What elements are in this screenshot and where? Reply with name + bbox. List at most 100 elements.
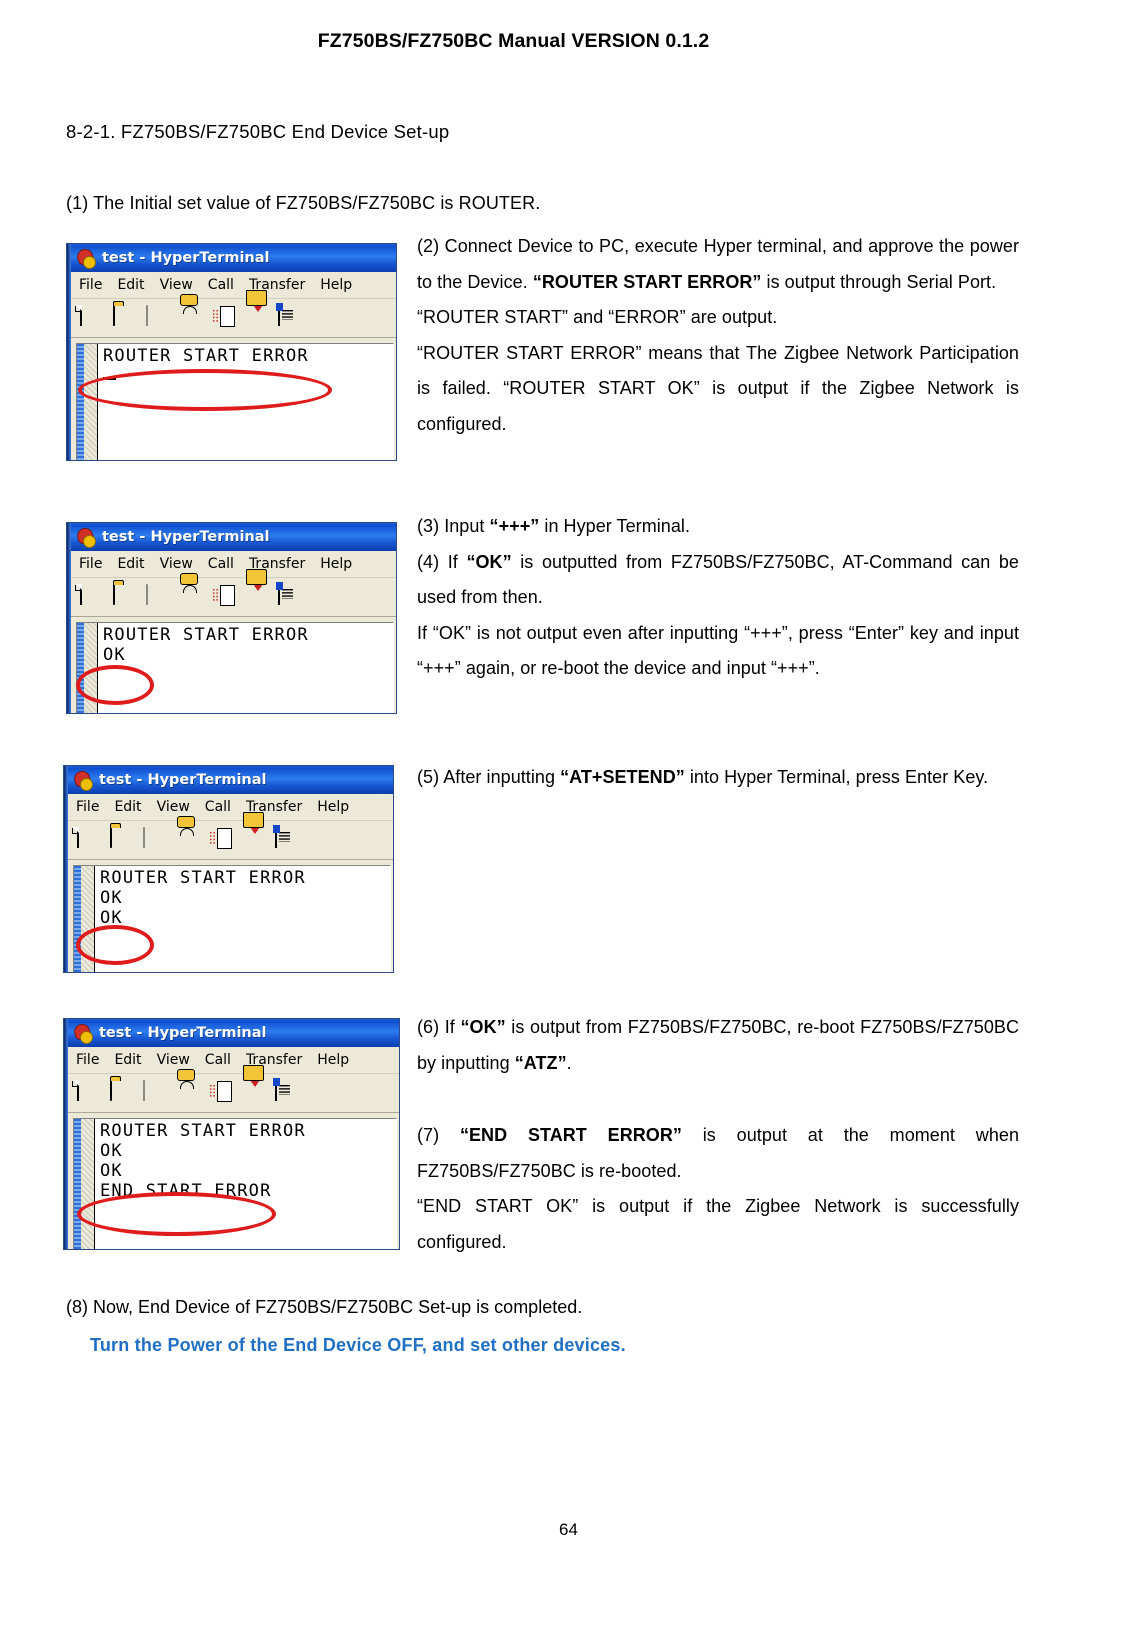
properties-icon[interactable] bbox=[273, 1078, 299, 1105]
terminal-inner-frame: ROUTER START ERROR OK bbox=[76, 622, 394, 713]
menu-item-help[interactable]: Help bbox=[320, 556, 352, 572]
send-file-icon[interactable] bbox=[212, 306, 236, 330]
terminal-client-area: ROUTER START ERROR OK OK END START ERROR bbox=[68, 1113, 399, 1249]
window-title: test - HyperTerminal bbox=[102, 249, 270, 266]
menu-item-help[interactable]: Help bbox=[320, 277, 352, 293]
disconnect-phone-icon[interactable] bbox=[143, 1080, 167, 1105]
hyperterminal-icon bbox=[71, 768, 93, 791]
send-file-icon[interactable] bbox=[209, 828, 233, 852]
menu-item-file[interactable]: File bbox=[79, 556, 102, 572]
hyperterminal-screenshot-1: test - HyperTerminal File Edit View Call… bbox=[66, 243, 397, 461]
new-connection-icon[interactable] bbox=[77, 827, 101, 852]
receive-file-icon[interactable] bbox=[245, 290, 269, 330]
connect-phone-icon[interactable] bbox=[179, 294, 203, 330]
send-file-icon[interactable] bbox=[212, 585, 236, 609]
menu-item-call[interactable]: Call bbox=[205, 799, 231, 815]
step5-text-a: (5) After inputting bbox=[417, 767, 561, 787]
tool-bar bbox=[71, 290, 396, 338]
terminal-line: ROUTER START ERROR bbox=[103, 346, 309, 366]
tool-bar bbox=[68, 1065, 399, 1113]
terminal-line: OK bbox=[100, 908, 123, 928]
send-file-icon[interactable] bbox=[209, 1081, 233, 1105]
terminal-client-area: ROUTER START ERROR OK OK bbox=[68, 860, 393, 972]
receive-file-icon[interactable] bbox=[242, 1065, 266, 1105]
step3-text-bold: “+++” bbox=[489, 516, 540, 536]
step6-text-c: is output from FZ750BS/FZ750BC, re-boot … bbox=[417, 1017, 1019, 1073]
tool-bar bbox=[68, 812, 393, 860]
menu-item-view[interactable]: View bbox=[157, 799, 190, 815]
menu-item-view[interactable]: View bbox=[160, 277, 193, 293]
title-bar: test - HyperTerminal bbox=[71, 523, 396, 551]
terminal-output[interactable]: ROUTER START ERROR bbox=[103, 346, 391, 460]
menu-bar: File Edit View Call Transfer Help bbox=[71, 272, 396, 299]
disconnect-phone-icon[interactable] bbox=[146, 584, 170, 609]
terminal-client-area: ROUTER START ERROR bbox=[71, 338, 396, 460]
receive-file-icon[interactable] bbox=[245, 569, 269, 609]
menu-item-call[interactable]: Call bbox=[205, 1052, 231, 1068]
menu-item-call[interactable]: Call bbox=[208, 277, 234, 293]
terminal-left-edge bbox=[74, 1119, 96, 1249]
terminal-line: ROUTER START ERROR bbox=[100, 1121, 306, 1141]
disconnect-phone-icon[interactable] bbox=[146, 305, 170, 330]
step2-text-bold: “ROUTER START ERROR” bbox=[532, 271, 762, 292]
step6-text-bold-atz: “ATZ” bbox=[514, 1052, 567, 1073]
step3-text-c: in Hyper Terminal. bbox=[539, 516, 691, 536]
paragraph-step7: (7) “END START ERROR” is output at the m… bbox=[417, 1118, 1019, 1189]
disconnect-phone-icon[interactable] bbox=[143, 827, 167, 852]
menu-item-call[interactable]: Call bbox=[208, 556, 234, 572]
menu-item-edit[interactable]: Edit bbox=[117, 277, 144, 293]
menu-item-file[interactable]: File bbox=[76, 1052, 99, 1068]
section-heading: 8-2-1. FZ750BS/FZ750BC End Device Set-up bbox=[66, 121, 450, 142]
terminal-inner-frame: ROUTER START ERROR OK OK END START ERROR bbox=[73, 1118, 397, 1249]
menu-item-view[interactable]: View bbox=[160, 556, 193, 572]
properties-icon[interactable] bbox=[276, 582, 302, 609]
open-folder-icon[interactable] bbox=[113, 305, 137, 330]
receive-file-icon[interactable] bbox=[242, 812, 266, 852]
open-folder-icon[interactable] bbox=[110, 1080, 134, 1105]
open-folder-icon[interactable] bbox=[110, 827, 134, 852]
step6-text-bold-ok: “OK” bbox=[460, 1017, 506, 1037]
open-folder-icon[interactable] bbox=[113, 584, 137, 609]
paragraph-step2-1: (2) Connect Device to PC, execute Hyper … bbox=[417, 229, 1019, 300]
menu-item-edit[interactable]: Edit bbox=[117, 556, 144, 572]
terminal-line: OK bbox=[103, 645, 126, 665]
paragraph-step4-2: If “OK” is not output even after inputti… bbox=[417, 622, 1019, 679]
paragraph-step8: (8) Now, End Device of FZ750BS/FZ750BC S… bbox=[66, 1297, 583, 1317]
connect-phone-icon[interactable] bbox=[179, 573, 203, 609]
paragraph-step2-2: “ROUTER START” and “ERROR” are output. bbox=[417, 307, 778, 327]
menu-item-file[interactable]: File bbox=[76, 799, 99, 815]
paragraph-block-step2: (2) Connect Device to PC, execute Hyper … bbox=[417, 229, 1019, 442]
menu-item-file[interactable]: File bbox=[79, 277, 102, 293]
title-bar: test - HyperTerminal bbox=[68, 766, 393, 794]
terminal-line: ROUTER START ERROR bbox=[100, 868, 306, 888]
connect-phone-icon[interactable] bbox=[176, 816, 200, 852]
paragraph-step5: (5) After inputting “AT+SETEND” into Hyp… bbox=[417, 760, 1019, 796]
menu-item-help[interactable]: Help bbox=[317, 799, 349, 815]
menu-item-help[interactable]: Help bbox=[317, 1052, 349, 1068]
step5-text-bold: “AT+SETEND” bbox=[560, 767, 685, 787]
new-connection-icon[interactable] bbox=[77, 1080, 101, 1105]
paragraph-step2-3: “ROUTER START ERROR” means that The Zigb… bbox=[417, 342, 1019, 434]
menu-item-edit[interactable]: Edit bbox=[114, 1052, 141, 1068]
tool-bar bbox=[71, 569, 396, 617]
hyperterminal-icon bbox=[74, 246, 96, 269]
paragraph-block-step6: (6) If “OK” is output from FZ750BS/FZ750… bbox=[417, 1010, 1019, 1081]
step7-text-a: (7) bbox=[417, 1125, 460, 1145]
terminal-output[interactable]: ROUTER START ERROR OK OK END START ERROR bbox=[100, 1121, 394, 1249]
terminal-left-edge bbox=[77, 344, 99, 460]
step3-text-a: (3) Input bbox=[417, 516, 490, 536]
terminal-caret bbox=[103, 376, 116, 380]
menu-item-edit[interactable]: Edit bbox=[114, 799, 141, 815]
paragraph-block-step3-4: (3) Input “+++” in Hyper Terminal. (4) I… bbox=[417, 509, 1019, 687]
menu-item-view[interactable]: View bbox=[157, 1052, 190, 1068]
new-connection-icon[interactable] bbox=[80, 305, 104, 330]
terminal-output[interactable]: ROUTER START ERROR OK bbox=[103, 625, 391, 713]
terminal-line: OK bbox=[100, 888, 123, 908]
new-connection-icon[interactable] bbox=[80, 584, 104, 609]
page-number: 64 bbox=[559, 1520, 578, 1539]
properties-icon[interactable] bbox=[276, 303, 302, 330]
step2-text-c: is output through Serial Port. bbox=[761, 271, 997, 292]
terminal-output[interactable]: ROUTER START ERROR OK OK bbox=[100, 868, 388, 972]
connect-phone-icon[interactable] bbox=[176, 1069, 200, 1105]
properties-icon[interactable] bbox=[273, 825, 299, 852]
